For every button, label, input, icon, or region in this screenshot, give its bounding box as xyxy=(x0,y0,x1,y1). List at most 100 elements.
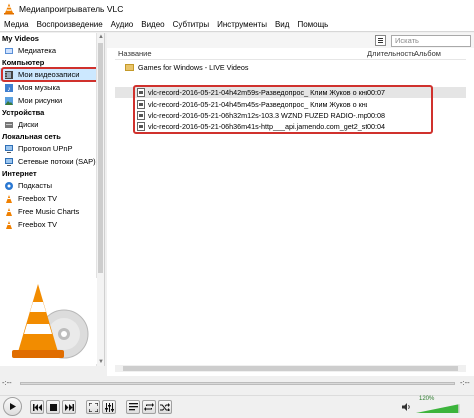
menu-media[interactable]: Медиа xyxy=(0,20,33,29)
main-panel: Искать Название Длительность Альбом Game… xyxy=(107,33,474,376)
sidebar-item-label: Free Music Charts xyxy=(18,207,80,216)
music-charts-icon xyxy=(6,207,12,216)
play-icon xyxy=(10,403,16,410)
column-header-album[interactable]: Альбом xyxy=(414,49,464,58)
sidebar-header-local-network: Локальная сеть xyxy=(2,132,61,141)
elapsed-time: -:-- xyxy=(2,378,12,387)
remaining-time[interactable]: -:-- xyxy=(460,378,470,387)
row-name: vlc-record-2016-05-21-04h45m45s-Разведоп… xyxy=(148,100,367,109)
volume-fill xyxy=(416,404,459,413)
playlist-icon xyxy=(128,403,138,411)
fullscreen-button[interactable] xyxy=(86,400,100,414)
stop-icon xyxy=(49,403,57,411)
film-icon xyxy=(5,70,13,79)
column-header-name[interactable]: Название xyxy=(115,49,367,58)
horizontal-scrollbar[interactable] xyxy=(115,365,466,372)
menu-audio[interactable]: Аудио xyxy=(107,20,138,29)
svg-text:♪: ♪ xyxy=(7,86,11,93)
sidebar-item-freebox-tv[interactable]: Freebox TV xyxy=(0,192,104,205)
play-button[interactable] xyxy=(3,397,22,416)
table-row[interactable]: vlc-record-2016-05-21-04h42m59s-Разведоп… xyxy=(115,87,466,98)
previous-button[interactable] xyxy=(30,400,44,414)
sidebar-item-label: Медиатека xyxy=(18,46,57,55)
sidebar-header-internet: Интернет xyxy=(2,169,37,178)
sidebar-item-podcasts[interactable]: Подкасты xyxy=(0,179,104,192)
list-view-icon[interactable] xyxy=(375,35,386,46)
network-icon xyxy=(5,157,13,166)
sidebar-item-label: Диски xyxy=(18,120,39,129)
disc-icon xyxy=(5,121,13,128)
row-name: vlc-record-2016-05-21-06h32m12s-103.3 WZ… xyxy=(148,111,367,120)
sidebar-item-upnp[interactable]: Протокол UPnP xyxy=(0,142,104,155)
sidebar-scroll-thumb[interactable] xyxy=(98,43,103,273)
folder-row[interactable]: Games for Windows - LIVE Videos xyxy=(115,62,466,73)
media-file-icon xyxy=(137,100,145,109)
scroll-down-icon[interactable]: ▼ xyxy=(97,358,104,366)
menu-bar: Медиа Воспроизведение Аудио Видео Субтит… xyxy=(0,17,474,32)
sidebar-item-my-music[interactable]: ♪ Моя музыка xyxy=(0,81,104,94)
media-file-icon xyxy=(137,88,145,97)
table-row[interactable]: vlc-record-2016-05-21-04h45m45s-Разведоп… xyxy=(115,99,466,110)
extended-settings-button[interactable] xyxy=(102,400,116,414)
title-bar: Медиапроигрыватель VLC xyxy=(0,0,474,17)
music-icon: ♪ xyxy=(5,83,13,93)
menu-view[interactable]: Вид xyxy=(271,20,293,29)
menu-video[interactable]: Видео xyxy=(137,20,168,29)
media-file-icon xyxy=(137,122,145,131)
volume-slider[interactable] xyxy=(416,404,460,413)
table-row[interactable]: vlc-record-2016-05-21-06h36m41s-http___a… xyxy=(115,121,466,132)
menu-help[interactable]: Помощь xyxy=(293,20,332,29)
sidebar-item-media-library[interactable]: Медиатека xyxy=(0,44,104,57)
stop-button[interactable] xyxy=(46,400,60,414)
media-library-icon xyxy=(5,47,13,54)
column-header-duration[interactable]: Длительность xyxy=(367,49,416,58)
next-icon xyxy=(64,403,74,411)
playlist-toggle-button[interactable] xyxy=(126,400,140,414)
row-duration: 00:04 xyxy=(367,122,385,131)
previous-icon xyxy=(32,403,42,411)
shuffle-button[interactable] xyxy=(158,400,172,414)
loop-button[interactable] xyxy=(142,400,156,414)
sidebar-scrollbar[interactable]: ▲ ▼ xyxy=(96,33,104,366)
sidebar-item-free-music-charts[interactable]: Free Music Charts xyxy=(0,205,104,218)
row-duration: 00:08 xyxy=(367,111,385,120)
sidebar-item-label: Мои видеозаписи xyxy=(18,70,80,79)
sidebar-item-label: Протокол UPnP xyxy=(18,144,73,153)
sidebar-header-devices: Устройства xyxy=(2,108,45,117)
search-input[interactable]: Искать xyxy=(391,35,471,47)
window-title: Медиапроигрыватель VLC xyxy=(19,3,124,14)
volume-icon[interactable] xyxy=(402,402,412,412)
row-name: vlc-record-2016-05-21-04h42m59s-Разведоп… xyxy=(148,88,367,97)
menu-playback[interactable]: Воспроизведение xyxy=(33,20,107,29)
table-row[interactable]: vlc-record-2016-05-21-06h32m12s-103.3 WZ… xyxy=(115,110,466,121)
tv-icon xyxy=(6,220,12,229)
sidebar-item-my-videos[interactable]: Мои видеозаписи xyxy=(0,67,104,82)
column-headers: Название Длительность Альбом xyxy=(115,48,466,60)
seek-slider[interactable] xyxy=(20,382,455,385)
scroll-up-icon[interactable]: ▲ xyxy=(97,33,104,41)
network-icon xyxy=(5,144,13,153)
sidebar-item-label: Freebox TV xyxy=(18,194,58,203)
sidebar-item-label: Подкасты xyxy=(18,181,52,190)
playback-controls: 120% xyxy=(0,395,474,418)
menu-tools[interactable]: Инструменты xyxy=(213,20,271,29)
sidebar-item-my-pictures[interactable]: Мои рисунки xyxy=(0,94,104,107)
playlist-toolbar: Искать xyxy=(107,33,474,48)
loop-icon xyxy=(144,403,154,411)
vlc-cone-icon xyxy=(4,3,14,14)
vlc-artwork xyxy=(2,278,97,364)
sidebar-item-freebox-tv-2[interactable]: Freebox TV xyxy=(0,218,104,231)
next-button[interactable] xyxy=(62,400,76,414)
sidebar-item-discs[interactable]: Диски xyxy=(0,118,104,131)
volume-level-label: 120% xyxy=(419,396,435,402)
seek-bar-area: -:-- -:-- xyxy=(0,376,474,390)
media-file-icon xyxy=(137,111,145,120)
horizontal-scroll-thumb[interactable] xyxy=(123,366,458,371)
folder-name: Games for Windows - LIVE Videos xyxy=(138,63,249,72)
fullscreen-icon xyxy=(88,402,98,412)
equalizer-icon xyxy=(104,402,114,412)
row-name: vlc-record-2016-05-21-06h36m41s-http___a… xyxy=(148,122,367,131)
menu-subtitles[interactable]: Субтитры xyxy=(169,20,213,29)
shuffle-icon xyxy=(160,403,170,411)
sidebar-item-sap[interactable]: Сетевые потоки (SAP) xyxy=(0,155,104,168)
